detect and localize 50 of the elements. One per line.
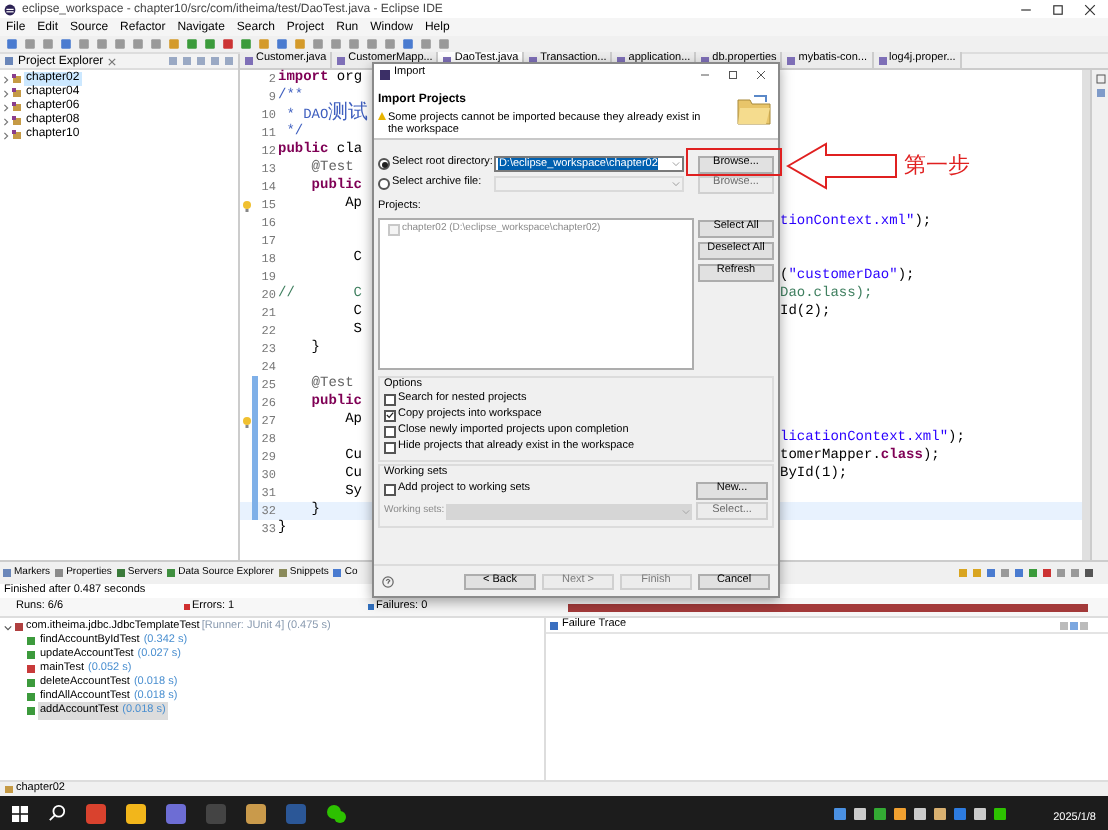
maximize-icon[interactable] [1052, 3, 1064, 15]
file-icon [4, 56, 14, 66]
annotation-text: 第一步 [904, 154, 970, 176]
warning-icon [378, 112, 386, 120]
error-icon [184, 604, 190, 610]
chevron-down-icon[interactable] [4, 623, 12, 631]
arrow-drawing [786, 142, 898, 190]
file-icon [336, 55, 347, 65]
minimize-icon[interactable] [700, 69, 710, 79]
file-icon [244, 55, 254, 65]
checkbox[interactable] [384, 441, 396, 453]
file-icon [277, 568, 288, 578]
warning-marker-icon[interactable] [241, 415, 251, 427]
close-icon[interactable] [756, 69, 766, 79]
project-folder-icon [12, 74, 22, 84]
warning-marker-icon[interactable] [241, 199, 251, 211]
minimize-icon[interactable] [1020, 3, 1032, 15]
file-icon [877, 55, 887, 65]
help-icon[interactable] [382, 575, 394, 587]
project-folder-icon [12, 88, 22, 98]
file-icon [166, 568, 177, 578]
chat-app-icon[interactable] [326, 803, 346, 823]
checkbox[interactable] [384, 409, 396, 421]
windows-start-icon[interactable] [12, 805, 28, 821]
search-icon[interactable] [48, 804, 66, 822]
trace-icon [550, 621, 558, 629]
project-folder-icon [12, 116, 22, 126]
checkbox[interactable] [384, 393, 396, 405]
radio-button[interactable] [378, 158, 390, 170]
file-icon [332, 568, 343, 578]
scrollbar[interactable] [1082, 70, 1090, 560]
checkbox[interactable] [384, 484, 396, 496]
restore-icon[interactable] [1095, 74, 1105, 84]
highlight-frame [686, 148, 782, 176]
project-folder-icon [4, 784, 14, 794]
file-icon [2, 568, 12, 578]
file-icon [54, 568, 65, 578]
project-folder-icon [12, 102, 22, 112]
app-logo-icon [380, 69, 390, 79]
close-icon[interactable] [1084, 3, 1096, 15]
file-icon [786, 55, 797, 65]
checkbox[interactable] [384, 425, 396, 437]
failure-icon [368, 604, 374, 610]
file-icon [115, 568, 126, 578]
maximize-icon[interactable] [728, 69, 738, 79]
test-suite-icon [14, 622, 24, 632]
view-icon[interactable] [1095, 88, 1105, 98]
project-folder-icon [12, 130, 22, 140]
folder-icon [736, 94, 772, 126]
dropdown-caret-icon[interactable] [672, 160, 680, 168]
